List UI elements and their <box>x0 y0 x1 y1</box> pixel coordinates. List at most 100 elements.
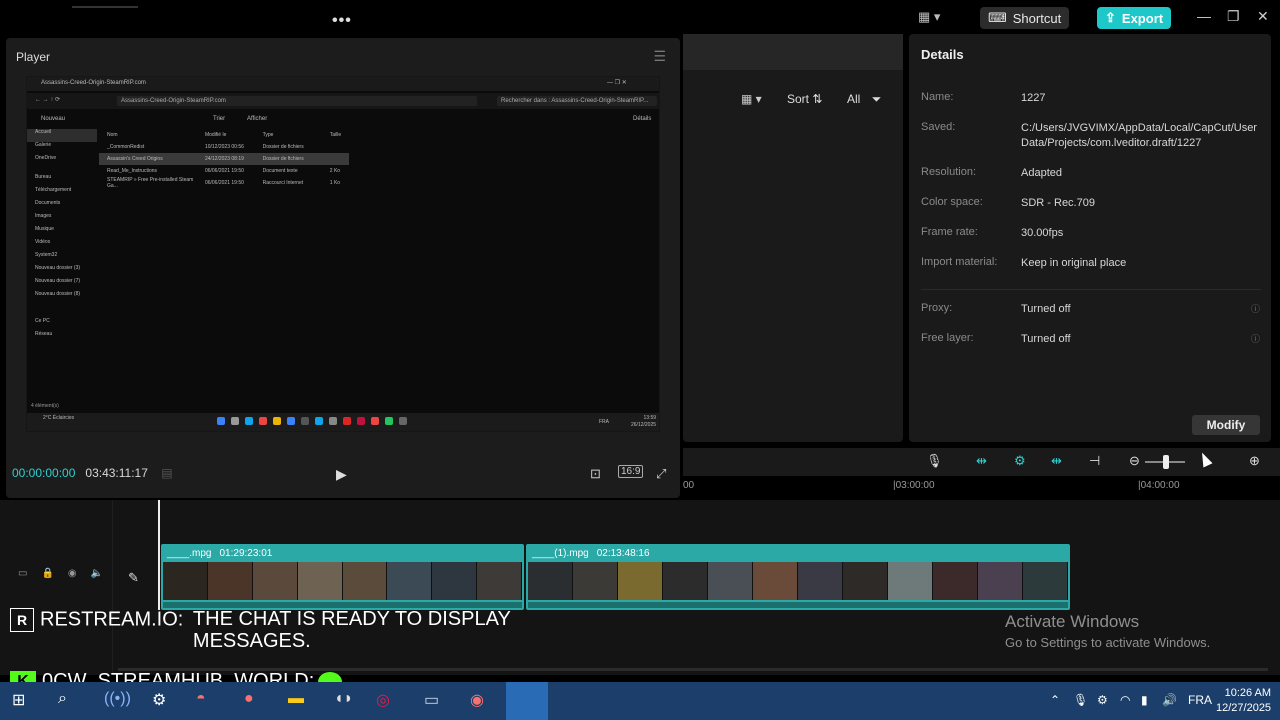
split-icon[interactable]: ⊣ <box>1089 453 1100 469</box>
more-dots-icon[interactable]: ••• <box>332 12 352 30</box>
preview-sidebar-item: Vidéos <box>35 239 51 245</box>
main-track-magnet-icon[interactable]: ⇹ <box>976 453 987 469</box>
cover-icon[interactable]: ▭ <box>18 568 27 579</box>
opera-icon[interactable]: ◎ <box>376 690 390 710</box>
preview-weather: 2°C Éclaircies <box>43 415 75 421</box>
zoom-slider-handle[interactable] <box>1163 455 1169 469</box>
zoom-out-icon[interactable]: ⊖ <box>1129 453 1140 469</box>
saved-value: C:/Users/JVGVIMX/AppData/Local/CapCut/Us… <box>1021 122 1257 149</box>
preview-file-type: Raccourci Internet <box>262 180 304 186</box>
preview-status: 4 élément(s) <box>31 403 59 409</box>
close-icon[interactable]: ✕ <box>1257 8 1269 25</box>
zoom-in-icon[interactable]: ⊕ <box>1249 453 1260 469</box>
chat-message: R RESTREAM.IO: THE CHAT IS READY TO DISPL… <box>10 608 553 652</box>
divider <box>921 289 1261 290</box>
eye-icon[interactable]: ◉ <box>68 568 77 579</box>
preview-column: Type <box>262 132 274 138</box>
video-preview[interactable]: Assassins-Creed-Origin-SteamRIP.com — ❐ … <box>26 76 660 432</box>
maximize-icon[interactable]: ❐ <box>1227 8 1240 25</box>
modify-button[interactable]: Modify <box>1192 415 1260 435</box>
preview-column: Taille <box>329 132 342 138</box>
preview-sidebar-item: Images <box>35 213 52 219</box>
gamepad-icon[interactable]: ◖◗ <box>334 690 353 708</box>
video-clip[interactable]: ____(1).mpg 02:13:48:16 <box>526 544 1070 610</box>
clip-duration: 02:13:48:16 <box>596 548 650 559</box>
preview-sidebar-item: Galerie <box>35 142 52 148</box>
preview-address-row: ← → ↑ ⟳ Assassins-Creed-Origin-SteamRIP.… <box>27 93 659 109</box>
settings-icon[interactable]: ⚙ <box>152 690 166 710</box>
battery-icon[interactable]: ▮ <box>1141 693 1148 707</box>
search-icon[interactable]: ⌕ <box>58 690 67 708</box>
ruler-tick: |03:00:00 <box>893 480 935 491</box>
saved-label: Saved: <box>921 121 956 133</box>
export-button[interactable]: ⇪ Export <box>1097 7 1172 29</box>
audio-icon[interactable]: 🔈 <box>91 568 103 579</box>
preview-file-type: Document texte <box>262 168 298 174</box>
layout-icon[interactable]: ▦ ▾ <box>918 9 940 25</box>
frame-rate-value: 30.00fps <box>1021 227 1064 239</box>
wifi-icon[interactable]: ◠ <box>1120 693 1130 707</box>
preview-tab-bar: Assassins-Creed-Origin-SteamRIP.com — ❐ … <box>27 77 659 91</box>
playhead[interactable] <box>158 500 160 610</box>
volume-icon[interactable]: 🔊 <box>1162 693 1177 707</box>
filter-icon: ⏷ <box>871 92 882 106</box>
language-indicator[interactable]: FRA <box>1188 693 1212 707</box>
window-app-icon[interactable]: ▭ <box>424 690 439 710</box>
timeline-toolbar: 🎙 ⇹ ⚙ ⇹ ⊣ ⊖ ⊕ <box>683 448 1280 476</box>
player-title: Player <box>16 50 51 64</box>
microphone-tray-icon[interactable]: 🎙 <box>1073 693 1088 707</box>
network-icon[interactable]: ⚙ <box>1097 693 1108 707</box>
fullscreen-icon[interactable]: ⤢ <box>656 466 666 482</box>
preview-file-date: 24/12/2023 08:19 <box>204 156 244 162</box>
ruler-tick: |04:00:00 <box>1138 480 1180 491</box>
view-mode-button[interactable]: ▦ ▾ <box>741 92 762 106</box>
name-value: 1227 <box>1021 92 1046 104</box>
edit-cover-icon[interactable]: ✎ <box>128 570 139 586</box>
video-clip[interactable]: ____.mpg 01:29:23:01 <box>161 544 524 610</box>
filter-all-button[interactable]: All ⏷ <box>847 92 881 107</box>
import-material-label: Import material: <box>921 256 998 268</box>
drag-handle[interactable] <box>72 6 138 8</box>
minimize-icon[interactable]: — <box>1197 8 1211 24</box>
recorder-icon[interactable]: ● <box>244 690 254 708</box>
info-icon[interactable]: ⓘ <box>1251 302 1260 315</box>
sort-button[interactable]: Sort ⇅ <box>787 92 822 106</box>
preview-toolbar-item: Trier <box>213 116 226 122</box>
microphone-icon[interactable]: 🎙 <box>926 453 943 469</box>
preview-sidebar-item: Musique <box>35 226 54 232</box>
clip-name: ____(1).mpg <box>532 548 589 559</box>
color-space-value: SDR - Rec.709 <box>1021 197 1095 209</box>
broadcast-icon[interactable]: ((•)) <box>104 690 131 708</box>
shortcut-button[interactable]: ⌨ Shortcut <box>980 7 1070 29</box>
lock-icon[interactable]: 🔒 <box>41 568 53 579</box>
preview-file-type: Dossier de fichiers <box>262 144 304 150</box>
preview-file-date: 10/12/2023 00:56 <box>204 144 244 150</box>
linkage-icon[interactable]: ⇹ <box>1051 453 1062 469</box>
auto-snap-icon[interactable]: ⚙ <box>1014 453 1026 469</box>
aspect-ratio-button[interactable]: 16:9 <box>618 465 644 478</box>
timecode: 00:00:00:00 03:43:11:17 ▤ <box>12 466 173 480</box>
preview-window-controls: — ❐ ✕ <box>607 80 627 86</box>
fit-screen-icon[interactable]: ⊡ <box>590 466 601 482</box>
chevron-up-icon[interactable]: ⌃ <box>1050 693 1060 707</box>
windows-start-icon[interactable]: ⊞ <box>12 690 25 710</box>
activate-windows-watermark: Activate Windows Go to Settings to activ… <box>1005 612 1210 650</box>
timeline-ruler[interactable]: 00 |03:00:00 |04:00:00 <box>683 478 1280 496</box>
resolution-label: Resolution: <box>921 166 977 178</box>
activate-subtitle: Go to Settings to activate Windows. <box>1005 635 1211 650</box>
preview-sidebar-item: Ce PC <box>35 318 50 324</box>
info-icon[interactable]: ⓘ <box>1251 332 1260 345</box>
folder-icon[interactable]: ▬ <box>288 690 304 708</box>
preview-file-type: Dossier de fichiers <box>262 156 304 162</box>
preview-sidebar-item: Réseau <box>35 331 53 337</box>
preview-file-name: Assassin's Creed Origins <box>107 156 163 162</box>
horizontal-scrollbar[interactable] <box>118 668 1268 671</box>
preview-sidebar-item: Nouveau dossier (8) <box>35 291 81 297</box>
system-clock[interactable]: 10:26 AM 12/27/2025 <box>1216 686 1271 716</box>
app-icon[interactable]: ◓ <box>196 690 206 708</box>
play-button[interactable]: ▶ <box>336 466 347 483</box>
timeline-grid-icon[interactable]: ▤ <box>161 466 172 480</box>
menu-icon[interactable]: ☰ <box>653 48 666 65</box>
name-label: Name: <box>921 91 954 103</box>
obs-icon[interactable]: ◉ <box>470 690 484 710</box>
